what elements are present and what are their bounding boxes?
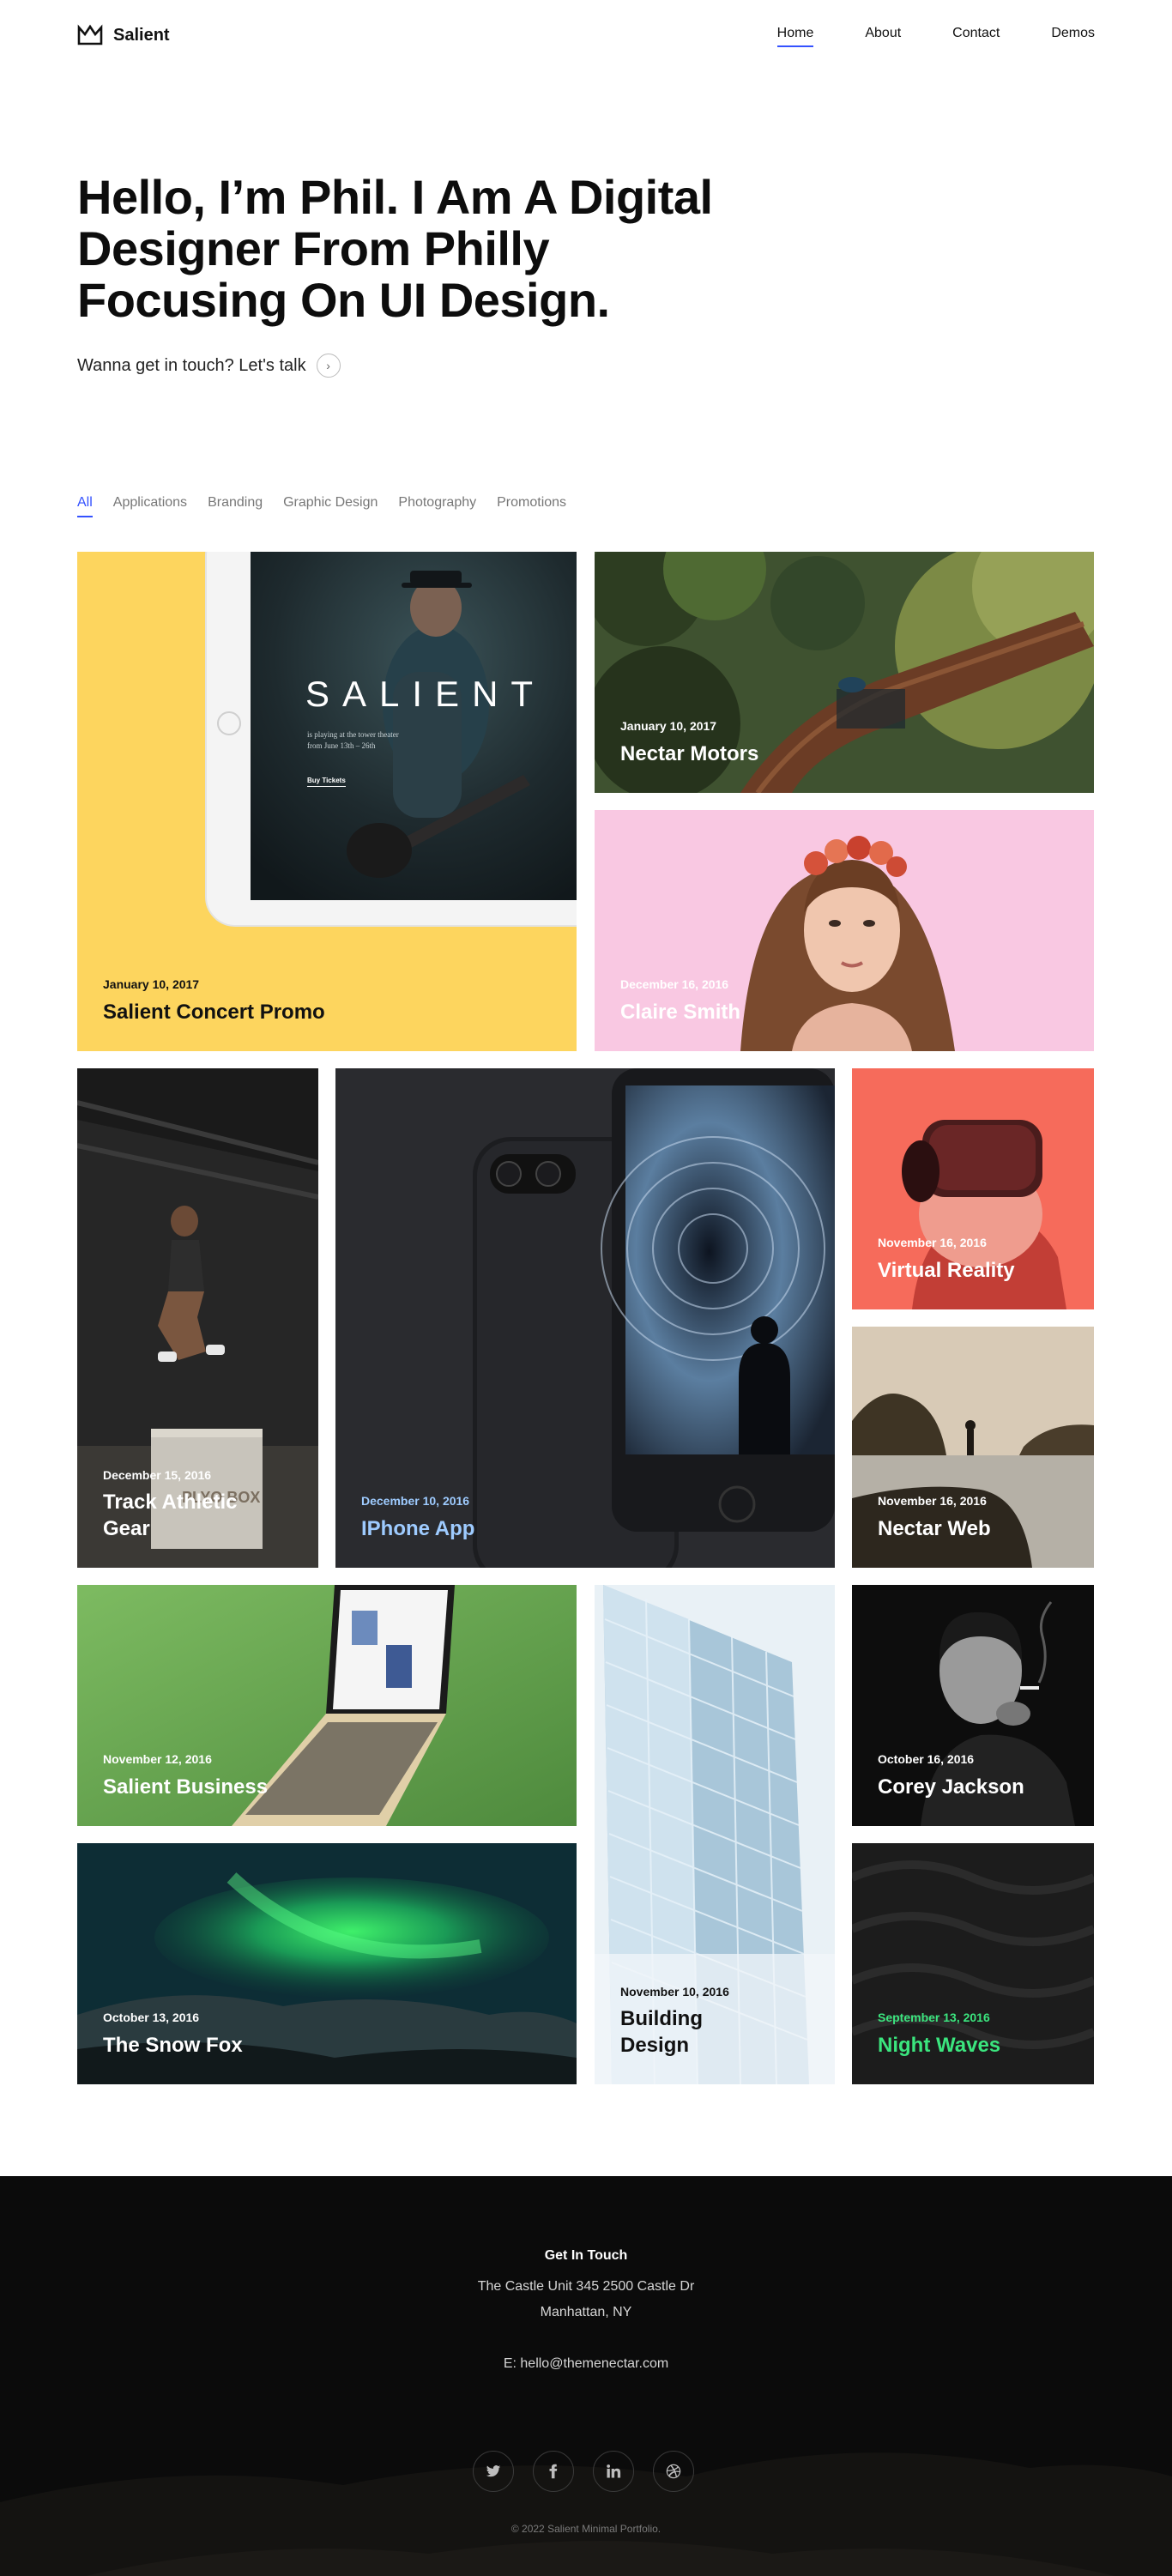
nav-demos[interactable]: Demos — [1051, 26, 1095, 45]
facebook-icon — [549, 2464, 558, 2479]
hero-cta-text: Wanna get in touch? Let's talk — [77, 355, 306, 375]
project-tile-track-athletic-gear[interactable]: PLYO BOX December 15, 2016 Track Athleti… — [77, 1068, 318, 1568]
logo-text: Salient — [113, 25, 170, 45]
filter-all[interactable]: All — [77, 495, 93, 517]
project-title: Claire Smith — [620, 1001, 741, 1024]
main-nav: Home About Contact Demos — [776, 26, 1095, 47]
project-date: November 16, 2016 — [878, 1236, 987, 1249]
project-title: Night Waves — [878, 2034, 1001, 2057]
linkedin-link[interactable] — [593, 2451, 634, 2492]
footer-email[interactable]: E: hello@themenectar.com — [0, 2356, 1172, 2372]
social-links — [473, 2451, 694, 2492]
project-tile-building-design[interactable]: November 10, 2016 Building Design — [595, 1585, 835, 2084]
project-tile-nectar-motors[interactable]: January 10, 2017 Nectar Motors — [595, 552, 1094, 793]
nav-contact[interactable]: Contact — [952, 26, 1000, 45]
ipad-dates-text: from June 13th – 26th — [307, 741, 376, 750]
site-footer: Get In Touch The Castle Unit 345 2500 Ca… — [0, 2176, 1172, 2576]
footer-address-line-1: The Castle Unit 345 2500 Castle Dr — [477, 2279, 695, 2294]
project-tile-salient-concert-promo[interactable]: SALIENT is playing at the tower theater … — [77, 552, 577, 1051]
project-title: Salient Concert Promo — [103, 1001, 325, 1024]
project-tile-salient-business[interactable]: November 12, 2016 Salient Business — [77, 1585, 577, 1826]
copyright-text: © 2022 Salient Minimal Portfolio. — [510, 2523, 662, 2535]
project-title: Salient Business — [103, 1775, 269, 1799]
project-date: November 12, 2016 — [103, 1752, 212, 1766]
filter-applications[interactable]: Applications — [113, 495, 187, 517]
nav-home[interactable]: Home — [776, 26, 813, 47]
project-date: December 16, 2016 — [620, 977, 729, 991]
project-date: November 10, 2016 — [620, 1985, 729, 1999]
footer-heading: Get In Touch — [544, 2248, 628, 2263]
filter-photography[interactable]: Photography — [398, 495, 476, 517]
project-date: January 10, 2017 — [103, 977, 200, 991]
project-title: Track Athletic Gear — [103, 1491, 238, 1540]
project-date: November 16, 2016 — [878, 1494, 987, 1508]
portfolio-filters: All Applications Branding Graphic Design… — [77, 495, 566, 517]
project-tile-corey-jackson[interactable]: October 16, 2016 Corey Jackson — [852, 1585, 1094, 1826]
project-tile-the-snow-fox[interactable]: October 13, 2016 The Snow Fox — [77, 1843, 577, 2084]
ipad-mockup-image — [205, 552, 577, 927]
project-date: October 13, 2016 — [103, 2011, 200, 2024]
project-title: Building Design — [620, 2007, 703, 2057]
project-title: IPhone App — [361, 1517, 475, 1540]
twitter-link[interactable] — [473, 2451, 514, 2492]
footer-background-image — [0, 2176, 1172, 2576]
ipad-buy-tickets: Buy Tickets — [307, 777, 346, 787]
project-title: Nectar Web — [878, 1517, 991, 1540]
crown-logo-icon — [77, 24, 103, 45]
ipad-brand-text: SALIENT — [305, 674, 547, 714]
project-tile-virtual-reality[interactable]: November 16, 2016 Virtual Reality — [852, 1068, 1094, 1309]
site-header: Salient Home About Contact Demos — [0, 0, 1172, 72]
iphone-mockup-image — [473, 1068, 835, 1568]
project-title: Virtual Reality — [878, 1259, 1015, 1282]
project-tile-iphone-app[interactable]: December 10, 2016 IPhone App — [335, 1068, 835, 1568]
nav-about[interactable]: About — [865, 26, 901, 45]
dribbble-link[interactable] — [653, 2451, 694, 2492]
project-title: Nectar Motors — [620, 742, 759, 765]
hero-title: Hello, I’m Phil. I Am A Digital Designer… — [77, 170, 713, 327]
project-date: September 13, 2016 — [878, 2011, 990, 2024]
facebook-link[interactable] — [533, 2451, 574, 2492]
chevron-right-icon: › — [316, 354, 341, 378]
project-date: December 15, 2016 — [103, 1468, 212, 1482]
project-tile-night-waves[interactable]: September 13, 2016 Night Waves — [852, 1843, 1094, 2084]
project-date: January 10, 2017 — [620, 719, 717, 733]
project-date: October 16, 2016 — [878, 1752, 975, 1766]
filter-branding[interactable]: Branding — [208, 495, 263, 517]
linkedin-icon — [607, 2464, 621, 2478]
project-tile-nectar-web[interactable]: November 16, 2016 Nectar Web — [852, 1327, 1094, 1568]
dribbble-icon — [666, 2464, 681, 2479]
project-tile-claire-smith[interactable]: December 16, 2016 Claire Smith — [595, 810, 1094, 1051]
hero-cta-link[interactable]: Wanna get in touch? Let's talk › — [77, 354, 341, 378]
logo[interactable]: Salient — [77, 24, 170, 46]
footer-address-line-2: Manhattan, NY — [540, 2305, 632, 2319]
project-title: The Snow Fox — [103, 2034, 243, 2057]
ipad-sub-text: is playing at the tower theater — [307, 730, 399, 739]
filter-promotions[interactable]: Promotions — [497, 495, 566, 517]
filter-graphic-design[interactable]: Graphic Design — [283, 495, 378, 517]
twitter-icon — [486, 2465, 501, 2477]
project-date: December 10, 2016 — [361, 1494, 470, 1508]
project-title: Corey Jackson — [878, 1775, 1024, 1799]
